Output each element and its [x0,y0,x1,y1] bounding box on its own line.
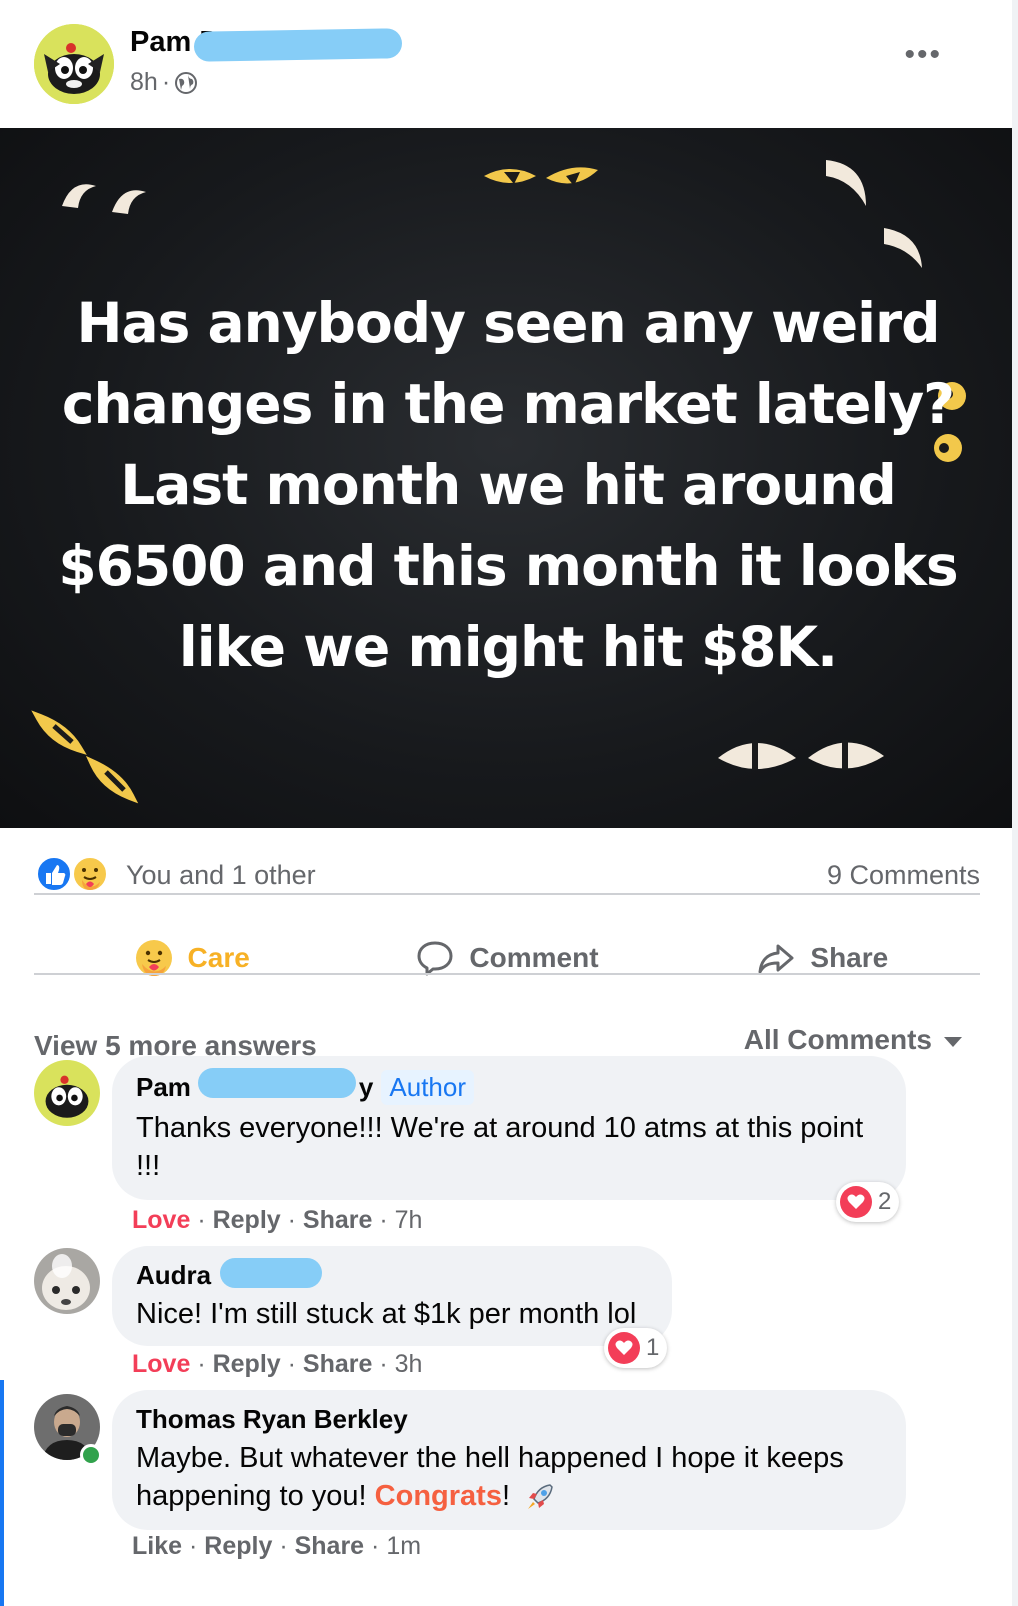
love-icon [608,1332,640,1364]
commenter-name: Audra s [136,1258,646,1291]
comment-actions: Love · Reply · Share · 7h [132,1206,423,1234]
comment-filter-label: All Comments [743,1024,932,1055]
divider-bottom [34,973,980,975]
reply-link[interactable]: Reply [213,1350,281,1378]
rocket-icon [528,1484,553,1510]
comment-count[interactable]: 9 Comments [827,860,980,891]
comment-bubble: Pam y Author Thanks everyone!!! We're at… [112,1056,906,1200]
comment-button[interactable]: Comment [349,918,664,998]
comment-item: Audra s Nice! I'm still stuck at $1k per… [0,1246,1012,1378]
comment-item: Pam y Author Thanks everyone!!! We're at… [0,1056,1012,1236]
post-meta: 8h · [130,68,198,97]
name-redaction [198,1068,356,1098]
divider-top [34,893,980,895]
reaction-count: 2 [878,1188,892,1215]
reaction-count: 1 [646,1334,660,1361]
comment-reaction-count[interactable]: 1 [604,1328,668,1368]
reaction-summary[interactable]: You and 1 other [126,860,316,891]
care-icon [135,940,172,976]
comment-text-end: ! [501,1480,511,1512]
share-link[interactable]: Share [303,1206,372,1234]
comment-text: Maybe. But whatever the hell happened I … [136,1439,896,1515]
globe-icon[interactable] [174,71,198,95]
post-image-text: Has anybody seen any weird changes in th… [58,291,958,679]
comment-time[interactable]: 1m [386,1532,421,1560]
post-card: Pam D 8h · ••• Has anybody seen any weir… [0,0,1012,1606]
post-image[interactable]: Has anybody seen any weird changes in th… [0,128,1012,828]
share-link[interactable]: Share [303,1350,372,1378]
reply-link[interactable]: Reply [213,1206,281,1234]
author-avatar[interactable] [34,24,114,104]
comment-label: Comment [469,942,599,973]
comment-bubble: Audra s Nice! I'm still stuck at $1k per… [112,1246,672,1346]
author-badge: Author [381,1070,474,1105]
comment-item: Thomas Ryan Berkley Maybe. But whatever … [0,1390,1012,1590]
commenter-name-text[interactable]: Pam [136,1072,191,1103]
commenter-avatar[interactable] [34,1060,100,1126]
comment-time[interactable]: 3h [395,1350,423,1378]
commenter-name-text[interactable]: Audra [136,1260,211,1291]
post-header: Pam D 8h · ••• [0,0,1012,128]
comment-actions: Love · Reply · Share · 3h [132,1350,423,1378]
share-link[interactable]: Share [295,1532,364,1560]
share-label: Share [810,942,889,973]
comment-bubble: Thomas Ryan Berkley Maybe. But whatever … [112,1390,906,1530]
comment-actions: Like · Reply · Share · 1m [132,1532,422,1560]
love-reaction-link[interactable]: Love [132,1350,190,1378]
post-time[interactable]: 8h [130,68,158,97]
love-reaction-link[interactable]: Love [132,1206,190,1234]
care-button[interactable]: Care [34,918,349,998]
care-label: Care [187,942,250,973]
chevron-down-icon [944,1037,962,1047]
meta-separator: · [161,68,171,96]
share-icon [758,944,794,974]
commenter-avatar[interactable] [34,1248,100,1314]
comment-time[interactable]: 7h [395,1206,423,1234]
name-redaction [220,1258,322,1288]
reaction-icons[interactable] [34,854,114,894]
comment-reaction-count[interactable]: 2 [836,1182,900,1222]
commenter-name: Pam y Author [136,1068,880,1105]
post-action-bar: Care Comment Share [34,918,980,998]
comment-filter-dropdown[interactable]: All Comments [744,1024,962,1056]
care-icon [72,856,108,892]
online-status-indicator [80,1444,102,1466]
like-reaction-link[interactable]: Like [132,1532,182,1560]
comment-text: Nice! I'm still stuck at $1k per month l… [136,1298,637,1330]
more-options-button[interactable]: ••• [904,40,942,70]
like-icon [36,856,72,892]
share-button[interactable]: Share [665,918,980,998]
commenter-name-tail[interactable]: y [359,1072,373,1103]
reply-link[interactable]: Reply [204,1532,272,1560]
congrats-link[interactable]: Congrats [375,1480,502,1512]
love-icon [840,1186,872,1218]
name-redaction [193,28,403,62]
comment-text: Thanks everyone!!! We're at around 10 at… [136,1112,864,1182]
comment-icon [417,941,453,976]
commenter-name[interactable]: Thomas Ryan Berkley [136,1404,880,1435]
